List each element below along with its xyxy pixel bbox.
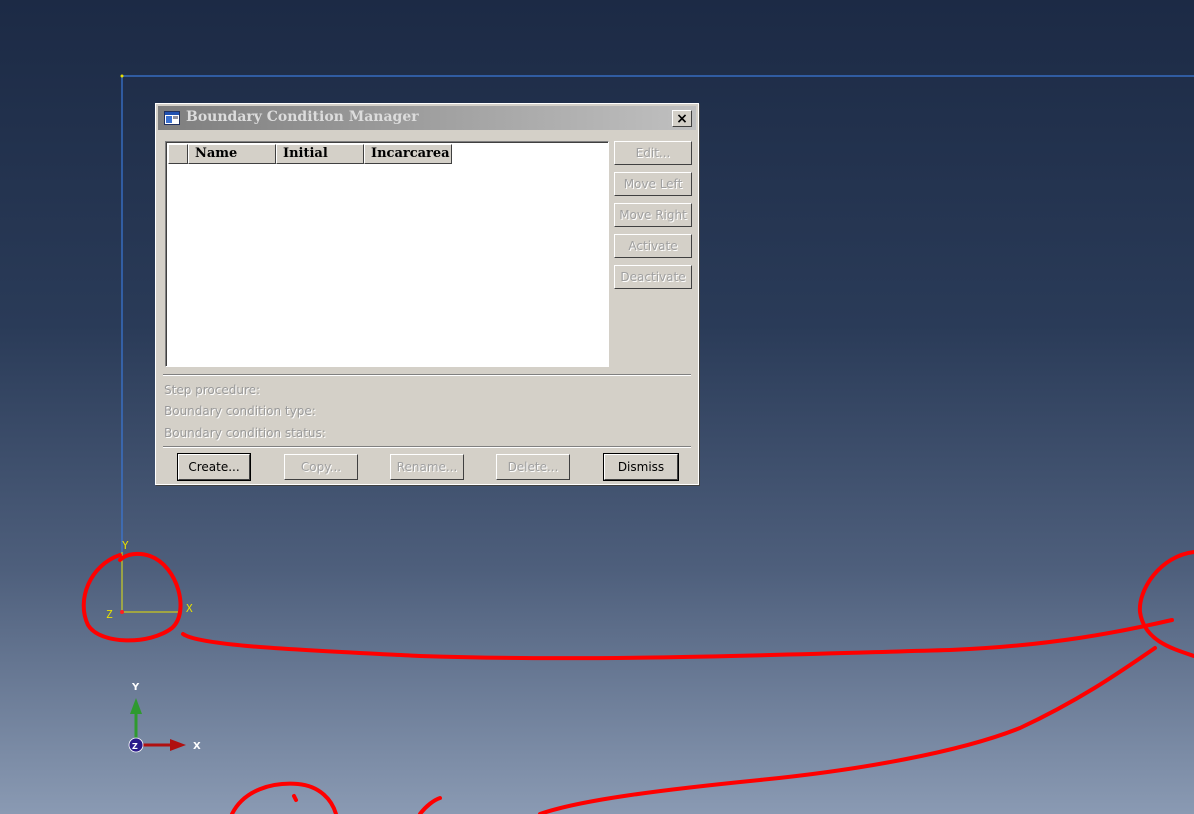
step-procedure-label: Step procedure: <box>164 383 261 397</box>
model-csys-x-label: X <box>186 602 193 615</box>
table-header: Name Initial Incarcarea <box>168 144 452 164</box>
model-corner-point <box>120 74 124 78</box>
table-corner-header[interactable] <box>168 144 188 164</box>
create-button[interactable]: Create... <box>178 454 250 480</box>
view-triad-z-label: Z <box>132 742 138 751</box>
annotation-arc-bottom <box>230 781 338 814</box>
annotation-circle-right <box>1137 550 1194 658</box>
delete-button[interactable]: Delete... <box>496 454 570 480</box>
column-header-initial[interactable]: Initial <box>276 144 364 164</box>
bc-type-label: Boundary condition type: <box>164 404 316 418</box>
copy-button[interactable]: Copy... <box>284 454 358 480</box>
annotation-scribbles <box>81 550 1194 814</box>
annotation-circle-left <box>81 551 183 643</box>
boundary-condition-manager-dialog: Boundary Condition Manager × Name Initia… <box>155 103 699 485</box>
model-csys-y-label: Y <box>122 539 129 552</box>
close-icon: × <box>676 111 688 127</box>
view-orientation-triad: Y X Z <box>128 682 201 753</box>
annotation-stroke-bottom <box>418 796 442 814</box>
bc-status-label: Boundary condition status: <box>164 426 326 440</box>
view-triad-x-label: X <box>193 741 201 752</box>
column-header-incarcarea[interactable]: Incarcarea <box>364 144 452 164</box>
separator-bottom <box>163 446 691 448</box>
move-right-button[interactable]: Move Right <box>614 203 692 227</box>
dialog-window-icon <box>164 111 180 125</box>
deactivate-button[interactable]: Deactivate <box>614 265 692 289</box>
boundary-condition-table[interactable]: Name Initial Incarcarea <box>165 141 609 367</box>
annotation-line-lower <box>538 646 1157 814</box>
dialog-titlebar[interactable]: Boundary Condition Manager × <box>158 106 696 130</box>
model-csys-z-label: Z <box>106 608 113 621</box>
edit-button[interactable]: Edit... <box>614 141 692 165</box>
column-header-name[interactable]: Name <box>188 144 276 164</box>
view-triad-y-label: Y <box>131 682 140 693</box>
separator-top <box>163 374 691 376</box>
rename-button[interactable]: Rename... <box>390 454 464 480</box>
dialog-title: Boundary Condition Manager <box>186 109 419 125</box>
annotation-dot-bottom <box>292 794 298 802</box>
activate-button[interactable]: Activate <box>614 234 692 258</box>
close-button[interactable]: × <box>672 110 692 127</box>
dismiss-button[interactable]: Dismiss <box>604 454 678 480</box>
move-left-button[interactable]: Move Left <box>614 172 692 196</box>
annotation-line-upper <box>181 618 1174 661</box>
